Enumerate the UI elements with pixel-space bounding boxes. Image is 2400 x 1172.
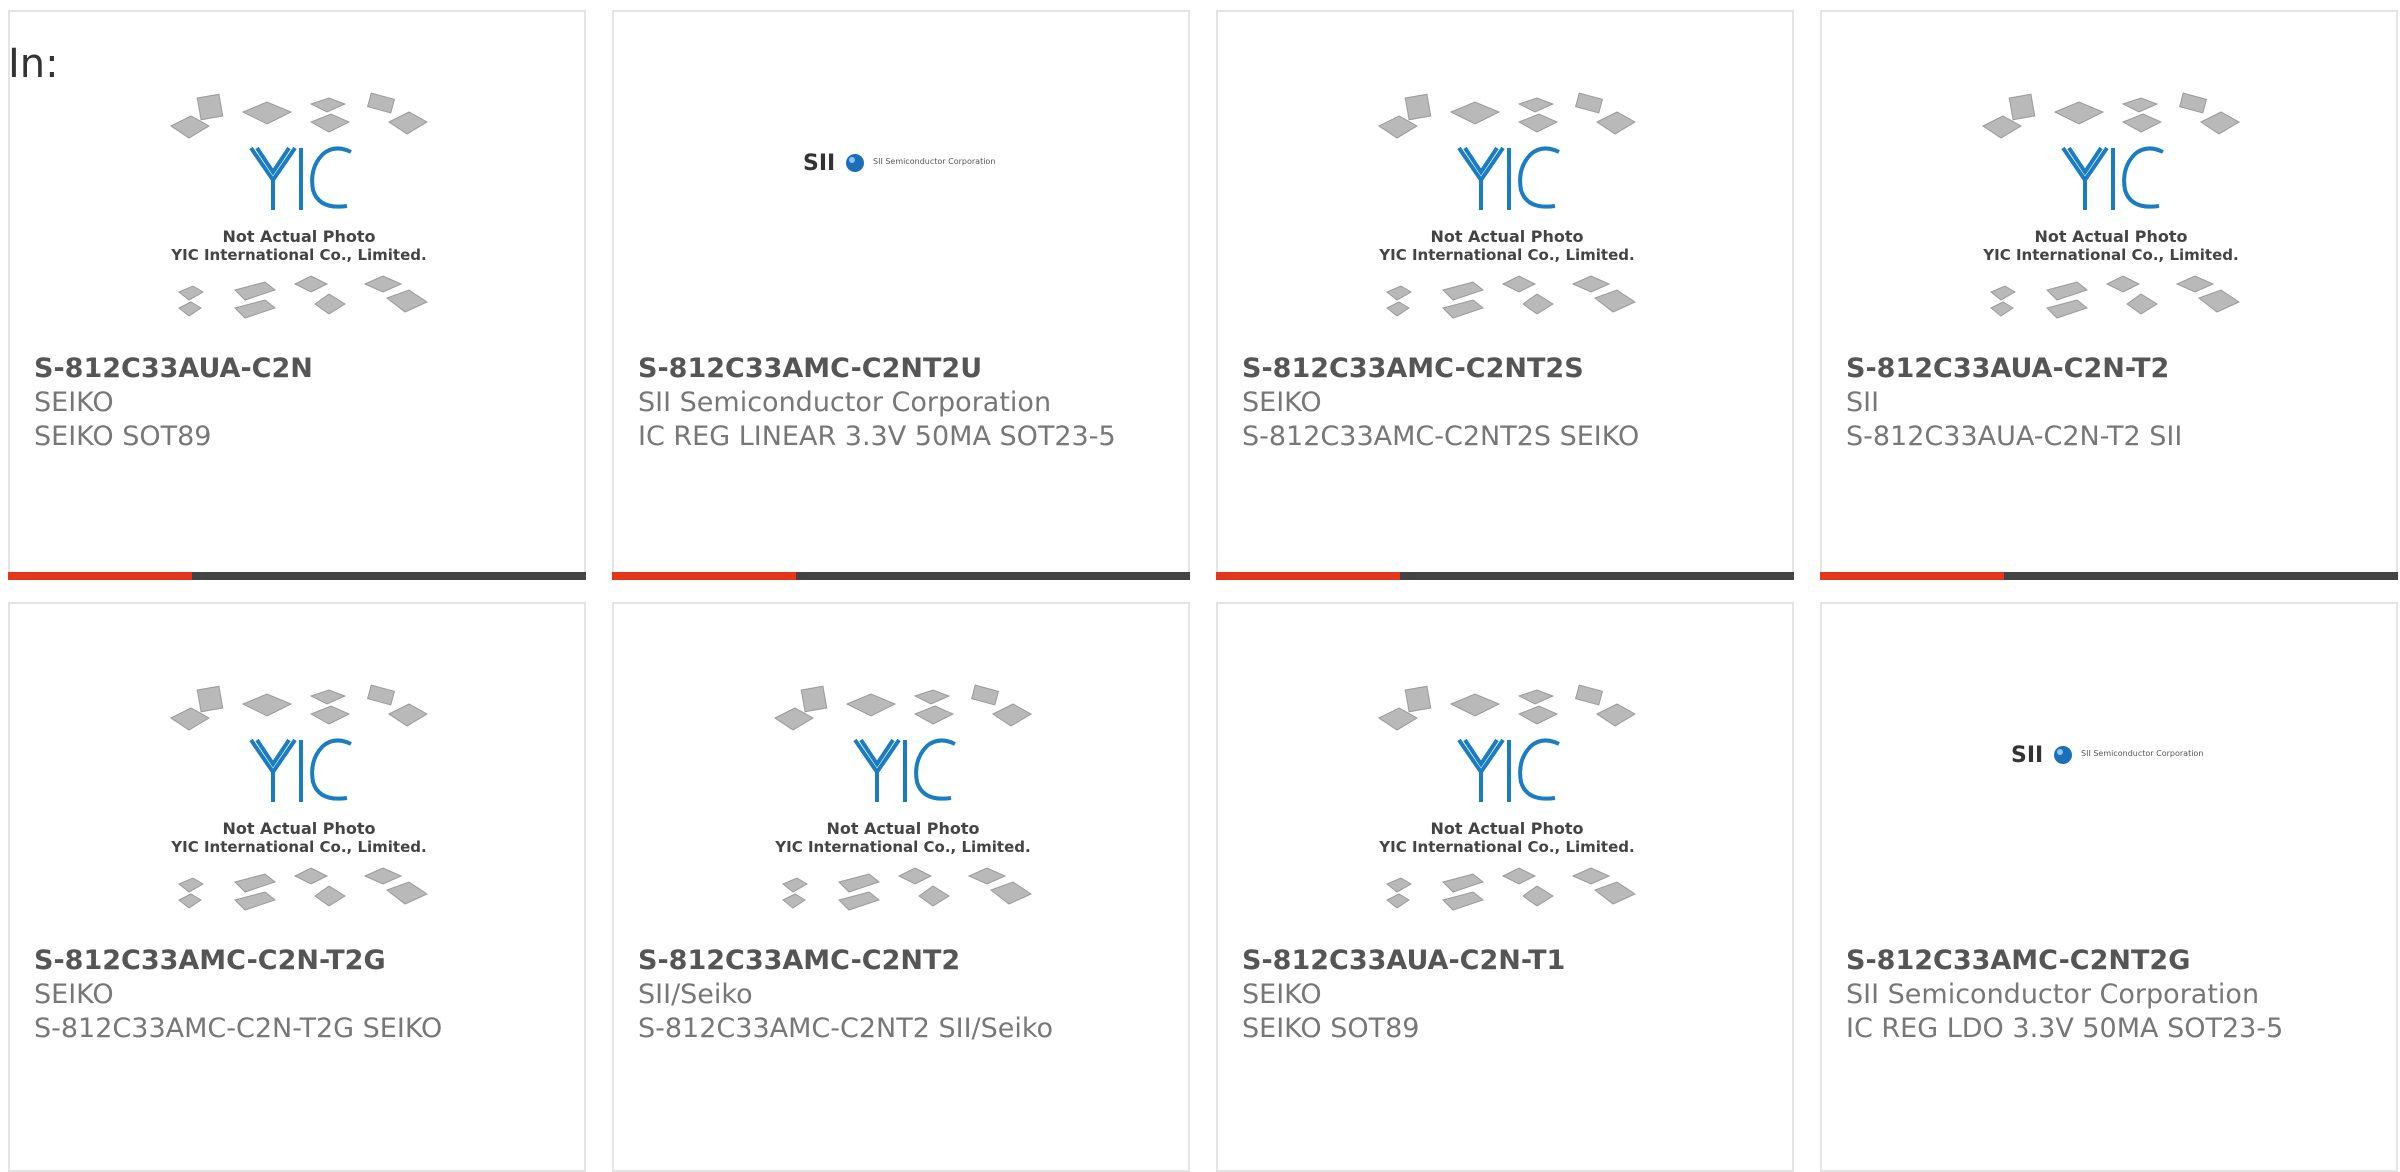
product-info: S-812C33AUA-C2N-T2 SII S-812C33AUA-C2N-T…	[1846, 352, 2372, 454]
svg-text:Not Actual Photo: Not Actual Photo	[1430, 227, 1583, 246]
product-info: S-812C33AMC-C2NT2 SII/Seiko S-812C33AMC-…	[638, 944, 1164, 1046]
manufacturer: SEIKO	[1242, 387, 1322, 418]
product-card[interactable]: Not Actual Photo YIC International Co., …	[1216, 10, 1794, 580]
manufacturer: SEIKO	[1242, 979, 1322, 1010]
manufacturer: SII Semiconductor Corporation	[638, 387, 1052, 418]
manufacturer: SII Semiconductor Corporation	[1846, 979, 2260, 1010]
product-card[interactable]: Not Actual Photo YIC International Co., …	[8, 602, 586, 1172]
globe-icon	[846, 154, 864, 172]
yic-logo-icon	[249, 738, 352, 802]
card-bottom-bar	[1820, 572, 2398, 580]
yic-placeholder-image: Not Actual Photo YIC International Co., …	[1378, 684, 1637, 911]
svg-text:Not Actual Photo: Not Actual Photo	[1430, 819, 1583, 838]
product-info: S-812C33AMC-C2NT2G SII Semiconductor Cor…	[1846, 944, 2372, 1046]
svg-text:YIC International Co., Limited: YIC International Co., Limited.	[774, 838, 1030, 856]
part-number[interactable]: S-812C33AMC-C2NT2G	[1846, 944, 2372, 978]
svg-text:Not Actual Photo: Not Actual Photo	[826, 819, 979, 838]
description: SEIKO SOT89	[34, 421, 212, 452]
svg-text:Not Actual Photo: Not Actual Photo	[222, 227, 375, 246]
product-card[interactable]: Not Actual Photo YIC International Co., …	[1216, 602, 1794, 1172]
svg-text:Not Actual Photo: Not Actual Photo	[2034, 227, 2187, 246]
sii-logo-image: SII SII Semiconductor Corporation	[803, 151, 995, 176]
manufacturer: SEIKO	[34, 387, 114, 418]
svg-text:YIC International Co., Limited: YIC International Co., Limited.	[1982, 246, 2238, 264]
svg-text:SII Semiconductor Corporation: SII Semiconductor Corporation	[2081, 749, 2203, 758]
card-bottom-bar	[8, 572, 586, 580]
yic-placeholder-image: Not Actual Photo YIC International Co., …	[170, 684, 429, 911]
product-card[interactable]: Not Actual Photo YIC International Co., …	[612, 602, 1190, 1172]
svg-text:SII: SII	[2011, 743, 2043, 768]
part-number[interactable]: S-812C33AUA-C2N	[34, 352, 560, 386]
manufacturer: SII/Seiko	[638, 979, 753, 1010]
yic-placeholder-image: Not Actual Photo YIC International Co., …	[1982, 92, 2241, 319]
part-number[interactable]: S-812C33AUA-C2N-T1	[1242, 944, 1768, 978]
yic-logo-icon	[1457, 146, 1560, 210]
part-number[interactable]: S-812C33AMC-C2N-T2G	[34, 944, 560, 978]
svg-text:YIC International Co., Limited: YIC International Co., Limited.	[170, 838, 426, 856]
part-number[interactable]: S-812C33AMC-C2NT2	[638, 944, 1164, 978]
description: SEIKO SOT89	[1242, 1013, 1420, 1044]
part-number[interactable]: S-812C33AUA-C2N-T2	[1846, 352, 2372, 386]
yic-placeholder-image: Not Actual Photo YIC International Co., …	[774, 684, 1033, 911]
description: S-812C33AMC-C2N-T2G SEIKO	[34, 1013, 443, 1044]
globe-icon	[2054, 746, 2072, 764]
yic-logo-icon	[853, 738, 956, 802]
svg-text:SII Semiconductor Corporation: SII Semiconductor Corporation	[873, 157, 995, 166]
yic-logo-icon	[2061, 146, 2164, 210]
svg-text:YIC International Co., Limited: YIC International Co., Limited.	[1378, 246, 1634, 264]
description: IC REG LINEAR 3.3V 50MA SOT23-5	[638, 421, 1116, 452]
product-image[interactable]: Not Actual Photo YIC International Co., …	[10, 664, 588, 944]
product-info: S-812C33AUA-C2N SEIKO SEIKO SOT89	[34, 352, 560, 454]
sii-logo-image: SII SII Semiconductor Corporation	[2011, 743, 2203, 768]
description: IC REG LDO 3.3V 50MA SOT23-5	[1846, 1013, 2284, 1044]
product-image[interactable]: Not Actual Photo YIC International Co., …	[1218, 72, 1796, 352]
product-info: S-812C33AMC-C2NT2U SII Semiconductor Cor…	[638, 352, 1164, 454]
svg-text:YIC International Co., Limited: YIC International Co., Limited.	[1378, 838, 1634, 856]
yic-logo-icon	[1457, 738, 1560, 802]
card-bottom-bar	[612, 572, 1190, 580]
yic-logo-icon	[249, 146, 352, 210]
manufacturer: SEIKO	[34, 979, 114, 1010]
yic-placeholder-image: Not Actual Photo YIC International Co., …	[170, 92, 429, 319]
svg-text:Not Actual Photo: Not Actual Photo	[222, 819, 375, 838]
product-info: S-812C33AMC-C2N-T2G SEIKO S-812C33AMC-C2…	[34, 944, 560, 1046]
product-image[interactable]: SII SII Semiconductor Corporation	[614, 112, 1192, 212]
part-number[interactable]: S-812C33AMC-C2NT2S	[1242, 352, 1768, 386]
card-bottom-bar	[1216, 572, 1794, 580]
product-card[interactable]: SII SII Semiconductor Corporation S-812C…	[612, 10, 1190, 580]
product-card[interactable]: Not Actual Photo YIC International Co., …	[1820, 10, 2398, 580]
product-info: S-812C33AMC-C2NT2S SEIKO S-812C33AMC-C2N…	[1242, 352, 1768, 454]
product-image[interactable]: SII SII Semiconductor Corporation	[1822, 704, 2400, 804]
description: S-812C33AUA-C2N-T2 SII	[1846, 421, 2183, 452]
product-image[interactable]: Not Actual Photo YIC International Co., …	[1218, 664, 1796, 944]
svg-text:SII: SII	[803, 151, 835, 176]
manufacturer: SII	[1846, 387, 1880, 418]
product-image[interactable]: Not Actual Photo YIC International Co., …	[10, 72, 588, 352]
product-info: S-812C33AUA-C2N-T1 SEIKO SEIKO SOT89	[1242, 944, 1768, 1046]
part-number[interactable]: S-812C33AMC-C2NT2U	[638, 352, 1164, 386]
product-card[interactable]: Not Actual Photo YIC International Co., …	[8, 10, 586, 580]
filter-label: In:	[8, 41, 59, 87]
product-grid: Not Actual Photo YIC International Co., …	[8, 10, 2398, 1172]
yic-placeholder-image: Not Actual Photo YIC International Co., …	[1378, 92, 1637, 319]
description: S-812C33AMC-C2NT2 SII/Seiko	[638, 1013, 1054, 1044]
product-image[interactable]: Not Actual Photo YIC International Co., …	[614, 664, 1192, 944]
product-card[interactable]: SII SII Semiconductor Corporation S-812C…	[1820, 602, 2398, 1172]
description: S-812C33AMC-C2NT2S SEIKO	[1242, 421, 1640, 452]
svg-text:YIC International Co., Limited: YIC International Co., Limited.	[170, 246, 426, 264]
product-image[interactable]: Not Actual Photo YIC International Co., …	[1822, 72, 2400, 352]
